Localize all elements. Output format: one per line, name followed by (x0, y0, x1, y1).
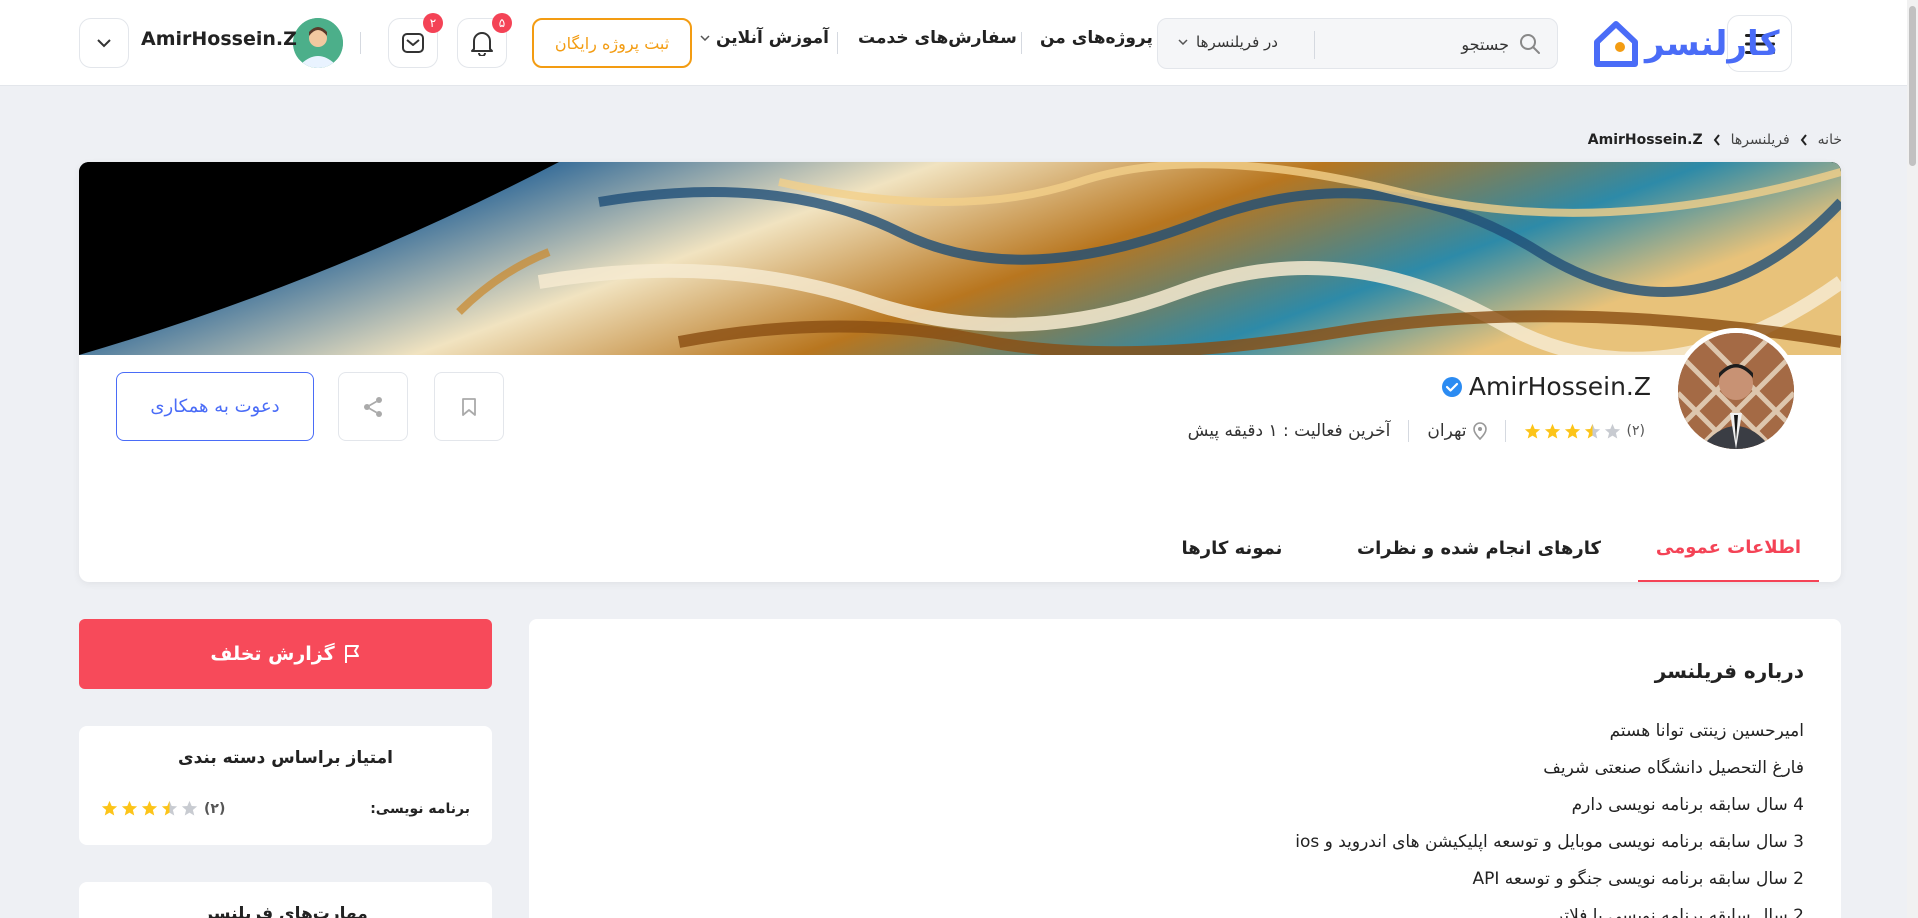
share-icon (364, 396, 382, 417)
user-name[interactable]: AmirHossein.Z (141, 28, 297, 50)
star-icon (1544, 423, 1560, 438)
breadcrumb-home[interactable]: خانه (1818, 132, 1842, 148)
profile-name: AmirHossein.Z (1468, 372, 1651, 401)
messages-button[interactable]: ۲ (388, 13, 443, 68)
nav-online-learning-label: آموزش آنلاین (716, 28, 829, 48)
chevron-left-icon (1800, 134, 1807, 146)
search-divider (1314, 31, 1315, 59)
rating-group: (۲) (1524, 423, 1645, 440)
report-violation-button[interactable]: گزارش تخلف (79, 619, 492, 689)
nav-separator (1021, 32, 1022, 54)
chevron-down-icon (1178, 39, 1188, 45)
star-icon (1564, 423, 1580, 438)
tab-general-info[interactable]: اطلاعات عمومی (1638, 514, 1819, 582)
profile-avatar (1673, 328, 1799, 454)
report-violation-label: گزارش تخلف (210, 643, 335, 665)
star-icon (1584, 423, 1600, 438)
rating-count: (۲) (1626, 423, 1645, 439)
profile-city: تهران (1427, 421, 1467, 441)
logo-text: کارلنسر (1645, 24, 1780, 64)
share-button[interactable] (338, 372, 408, 441)
about-line: فارغ التحصیل دانشگاه صنعتی شریف (1543, 758, 1804, 778)
profile-card: AmirHossein.Z (۲) تهران آخرین فعالیت : ۱… (79, 162, 1841, 582)
verified-badge-icon (1441, 376, 1462, 397)
location-pin-icon (1472, 422, 1487, 440)
profile-photo (1678, 333, 1794, 449)
category-name: برنامه نویسی: (370, 800, 470, 817)
breadcrumb-freelancers[interactable]: فریلنسرها (1731, 132, 1790, 148)
skills-card: مهارت‌های فریلنسر (79, 882, 492, 918)
nav-service-orders-label: سفارش‌های خدمت (858, 28, 1017, 48)
messages-badge: ۲ (423, 13, 443, 33)
star-icon (1604, 423, 1620, 438)
star-icon (101, 800, 118, 816)
scrollbar-thumb[interactable] (1909, 6, 1916, 166)
invite-button[interactable]: دعوت به همکاری (116, 372, 314, 441)
meta-separator (1504, 420, 1506, 442)
search-icon[interactable] (1519, 33, 1541, 55)
logo-icon (1594, 21, 1638, 67)
nav-my-projects-label: پروژه‌های من (1040, 28, 1153, 48)
category-score-card: امتیاز براساس دسته بندی برنامه نویسی: (۲… (79, 726, 492, 845)
meta-separator (1408, 420, 1410, 442)
chevron-left-icon (1713, 134, 1720, 146)
about-card: درباره فریلنسر امیرحسین زینتی توانا هستم… (529, 619, 1841, 918)
category-score-title: امتیاز براساس دسته بندی (178, 748, 393, 768)
profile-tabs: اطلاعات عمومی کارهای انجام شده و نظرات ن… (79, 514, 1841, 582)
nav-service-orders[interactable]: سفارش‌های خدمت (858, 28, 1017, 48)
header-separator (360, 32, 361, 54)
notifications-badge: ۵ (492, 13, 512, 33)
chevron-down-icon (700, 35, 710, 41)
search-bar: در فریلنسرها (1157, 18, 1558, 69)
category-stars (101, 800, 198, 817)
location-group: تهران (1427, 421, 1487, 441)
star-icon (181, 800, 198, 816)
search-scope-label: در فریلنسرها (1196, 33, 1278, 51)
rating-stars (1524, 423, 1621, 440)
category-score-row: برنامه نویسی: (۲) (101, 800, 470, 817)
breadcrumb: خانه فریلنسرها AmirHossein.Z (1588, 132, 1842, 148)
nav-separator (837, 32, 838, 54)
user-menu-dropdown[interactable] (79, 18, 129, 68)
tab-reviews[interactable]: کارهای انجام شده و نظرات (1339, 514, 1619, 582)
about-text: امیرحسین زینتی توانا هستم فارغ التحصیل د… (1295, 713, 1804, 918)
bell-icon (471, 32, 493, 56)
skills-card-title: مهارت‌های فریلنسر (203, 904, 368, 918)
top-header: کارلنسر در فریلنسرها پروژه‌های من سفارش‌… (0, 0, 1918, 86)
tab-portfolio[interactable]: نمونه کارها (1157, 514, 1307, 582)
mail-icon (402, 33, 424, 53)
about-line: امیرحسین زینتی توانا هستم (1609, 721, 1804, 741)
search-scope-dropdown[interactable]: در فریلنسرها (1178, 33, 1278, 51)
bookmark-button[interactable] (434, 372, 504, 441)
star-icon (141, 800, 158, 816)
star-icon (161, 800, 178, 816)
post-free-project-button[interactable]: ثبت پروژه رایگان (532, 18, 692, 68)
profile-name-row: AmirHossein.Z (1441, 372, 1651, 401)
notifications-button[interactable]: ۵ (457, 13, 512, 68)
profile-meta: (۲) تهران آخرین فعالیت : ۱ دقیقه پیش (1188, 420, 1645, 442)
last-activity: آخرین فعالیت : ۱ دقیقه پیش (1187, 421, 1391, 441)
flag-icon (344, 645, 359, 663)
cover-image (79, 162, 1841, 355)
page-scrollbar[interactable] (1907, 0, 1918, 918)
about-line: 2 سال سابقه برنامه نویسی جنگو و توسعه AP… (1472, 869, 1804, 889)
site-logo[interactable]: کارلنسر (1593, 18, 1780, 70)
about-line: 2 سال سابقه برنامه نویسی با فلاتر (1554, 906, 1804, 918)
search-input[interactable] (1319, 29, 1509, 59)
nav-my-projects[interactable]: پروژه‌های من (1040, 28, 1153, 48)
about-title: درباره فریلنسر (1654, 659, 1804, 683)
bookmark-icon (462, 397, 476, 416)
about-line: 3 سال سابقه برنامه نویسی موبایل و توسعه … (1295, 832, 1804, 852)
cover-artwork (79, 162, 1841, 355)
user-avatar-icon (293, 18, 343, 68)
star-icon (1524, 423, 1540, 438)
category-rating-count: (۲) (204, 800, 226, 817)
about-line: 4 سال سابقه برنامه نویسی دارم (1571, 795, 1804, 815)
nav-online-learning[interactable]: آموزش آنلاین (700, 28, 829, 48)
user-avatar[interactable] (293, 18, 343, 68)
category-rating: (۲) (101, 800, 225, 817)
chevron-down-icon (97, 39, 111, 48)
star-icon (121, 800, 138, 816)
breadcrumb-current: AmirHossein.Z (1587, 132, 1703, 148)
